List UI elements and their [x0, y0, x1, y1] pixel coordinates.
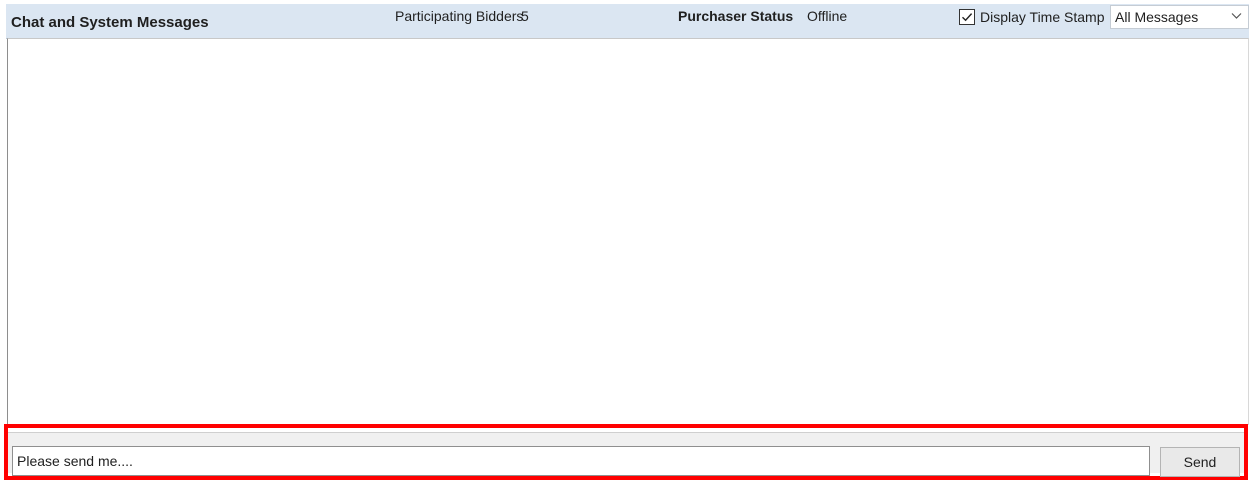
display-timestamp-label: Display Time Stamp — [980, 9, 1105, 25]
participating-bidders-label: Participating Bidders — [395, 8, 524, 24]
display-timestamp-checkbox[interactable] — [959, 9, 975, 25]
send-button[interactable]: Send — [1160, 447, 1240, 477]
display-timestamp-toggle[interactable]: Display Time Stamp — [959, 6, 1104, 28]
purchaser-status-label: Purchaser Status — [678, 8, 794, 24]
participating-bidders-count: 5 — [521, 8, 529, 24]
panel-title: Chat and System Messages — [11, 14, 209, 31]
message-list[interactable] — [7, 38, 1249, 425]
purchaser-status-value: Offline — [807, 8, 848, 24]
message-input[interactable] — [12, 446, 1150, 476]
chat-panel: Chat and System Messages Participating B… — [0, 0, 1249, 482]
chevron-down-icon — [1231, 13, 1242, 19]
message-filter-dropdown[interactable]: All Messages — [1110, 5, 1249, 29]
message-filter-value: All Messages — [1115, 9, 1199, 25]
check-icon — [962, 13, 973, 22]
panel-header: Chat and System Messages Participating B… — [6, 4, 1249, 39]
compose-area-highlight: Send — [4, 424, 1248, 480]
compose-bar: Send — [8, 432, 1244, 477]
